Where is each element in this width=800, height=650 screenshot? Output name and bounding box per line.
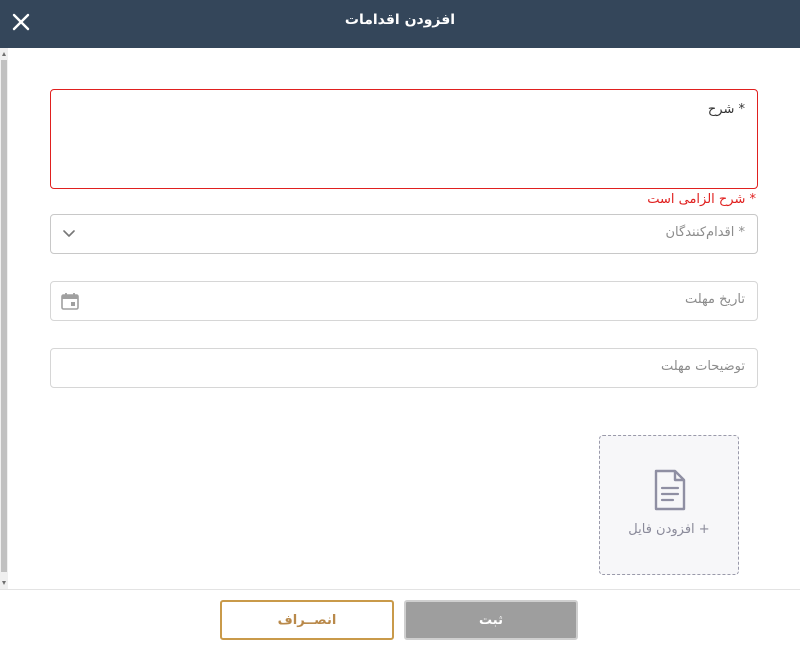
- scroll-down-arrow[interactable]: [2, 581, 6, 585]
- chevron-down-icon: [63, 230, 75, 237]
- deadline-date-placeholder: تاریخ مهلت: [684, 292, 745, 307]
- submit-button[interactable]: ثبت: [404, 600, 578, 640]
- deadline-date-input[interactable]: تاریخ مهلت: [50, 281, 758, 321]
- actors-select[interactable]: * اقدام‌کنندگان: [50, 214, 758, 254]
- scroll-thumb[interactable]: [1, 60, 7, 572]
- dialog-title: افزودن اقدامات: [344, 12, 456, 28]
- calendar-icon[interactable]: [60, 291, 80, 311]
- add-file-label: + افزودن فایل: [628, 522, 710, 537]
- file-icon: [654, 469, 686, 511]
- cancel-button[interactable]: انصــراف: [220, 600, 394, 640]
- dialog-header: افزودن اقدامات: [0, 0, 800, 48]
- dialog-footer: انصــراف ثبت: [0, 589, 800, 650]
- description-textarea[interactable]: * شرح: [50, 89, 758, 189]
- deadline-notes-placeholder: توضیحات مهلت: [660, 359, 745, 374]
- add-file-button[interactable]: + افزودن فایل: [599, 435, 739, 575]
- actors-placeholder: * اقدام‌کنندگان: [665, 225, 746, 240]
- deadline-notes-input[interactable]: توضیحات مهلت: [50, 348, 758, 388]
- description-label: * شرح: [707, 102, 745, 117]
- scroll-up-arrow[interactable]: [2, 52, 6, 56]
- vertical-scrollbar[interactable]: [0, 48, 8, 589]
- description-error: * شرح الزامی است: [647, 192, 756, 207]
